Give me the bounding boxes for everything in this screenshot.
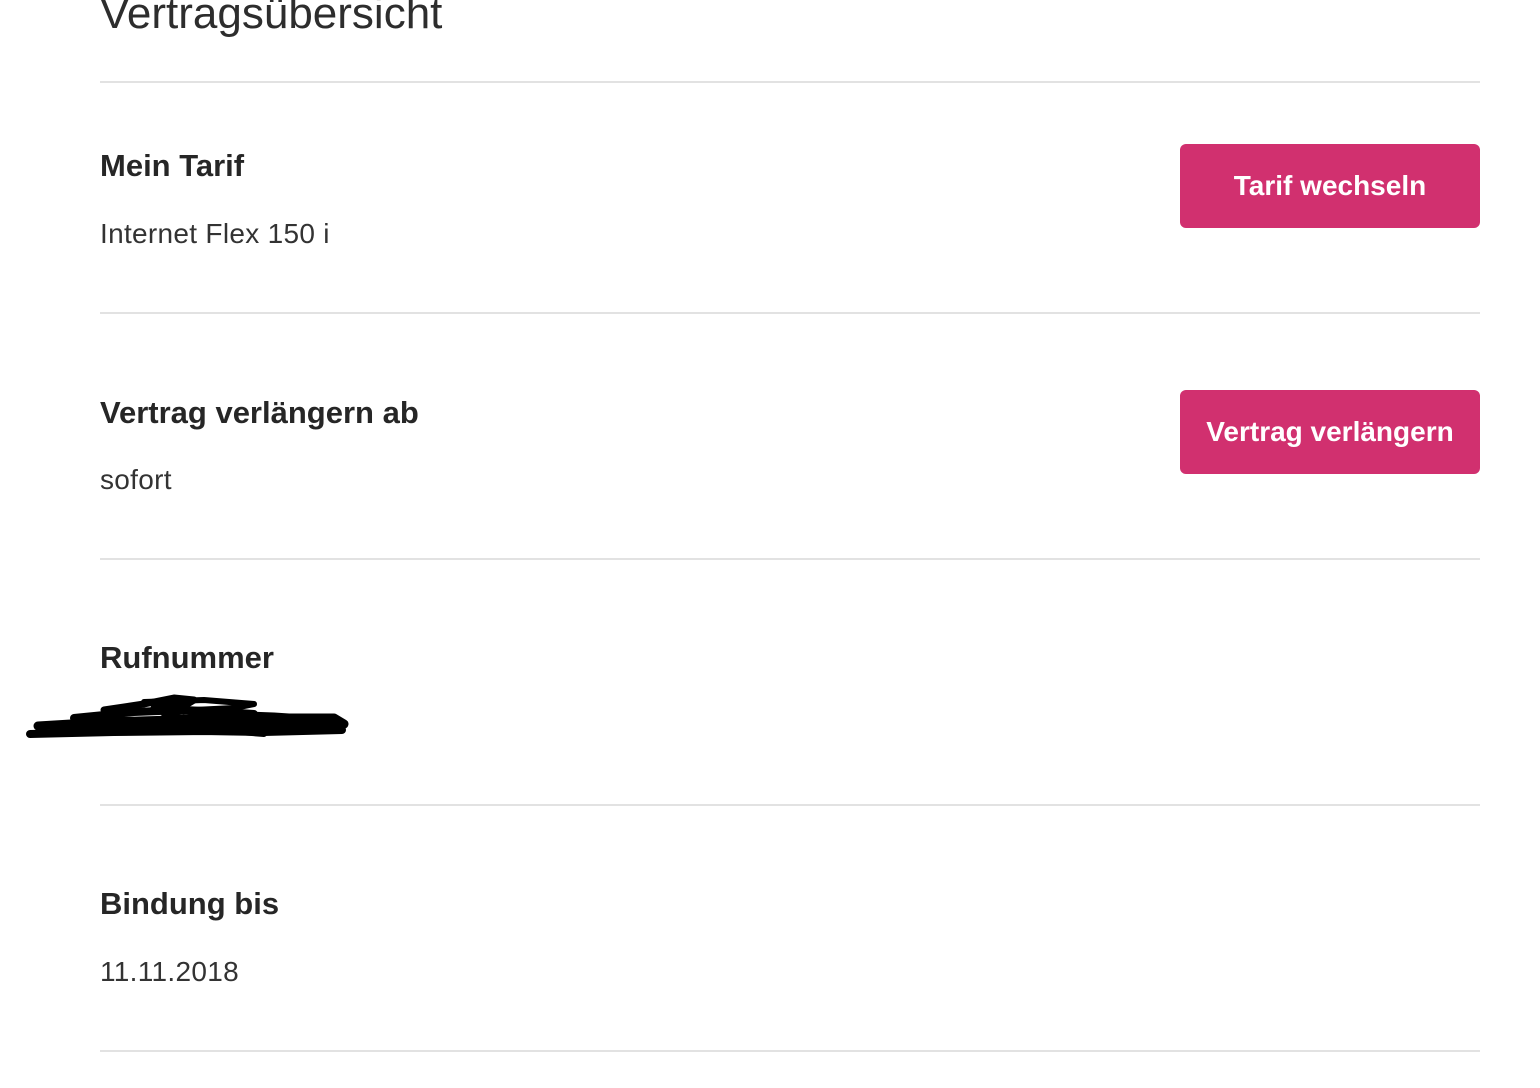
section-label-commitment: Bindung bis xyxy=(100,886,280,921)
change-tariff-button[interactable]: Tarif wechseln xyxy=(1180,144,1480,228)
renewal-value: sofort xyxy=(100,464,172,495)
tariff-value: Internet Flex 150 i xyxy=(100,218,330,249)
divider xyxy=(100,804,1480,806)
section-label-tarif: Mein Tarif xyxy=(100,148,245,183)
page-title: Vertragsübersicht xyxy=(100,0,443,38)
redaction-scribble xyxy=(26,694,349,738)
section-label-renewal: Vertrag verlängern ab xyxy=(100,395,419,430)
divider xyxy=(100,558,1480,560)
divider xyxy=(100,1050,1480,1052)
divider xyxy=(100,81,1480,83)
commitment-date-value: 11.11.2018 xyxy=(100,956,239,987)
section-label-phone-number: Rufnummer xyxy=(100,640,274,675)
renew-contract-button[interactable]: Vertrag verlängern xyxy=(1180,390,1480,474)
divider xyxy=(100,312,1480,314)
